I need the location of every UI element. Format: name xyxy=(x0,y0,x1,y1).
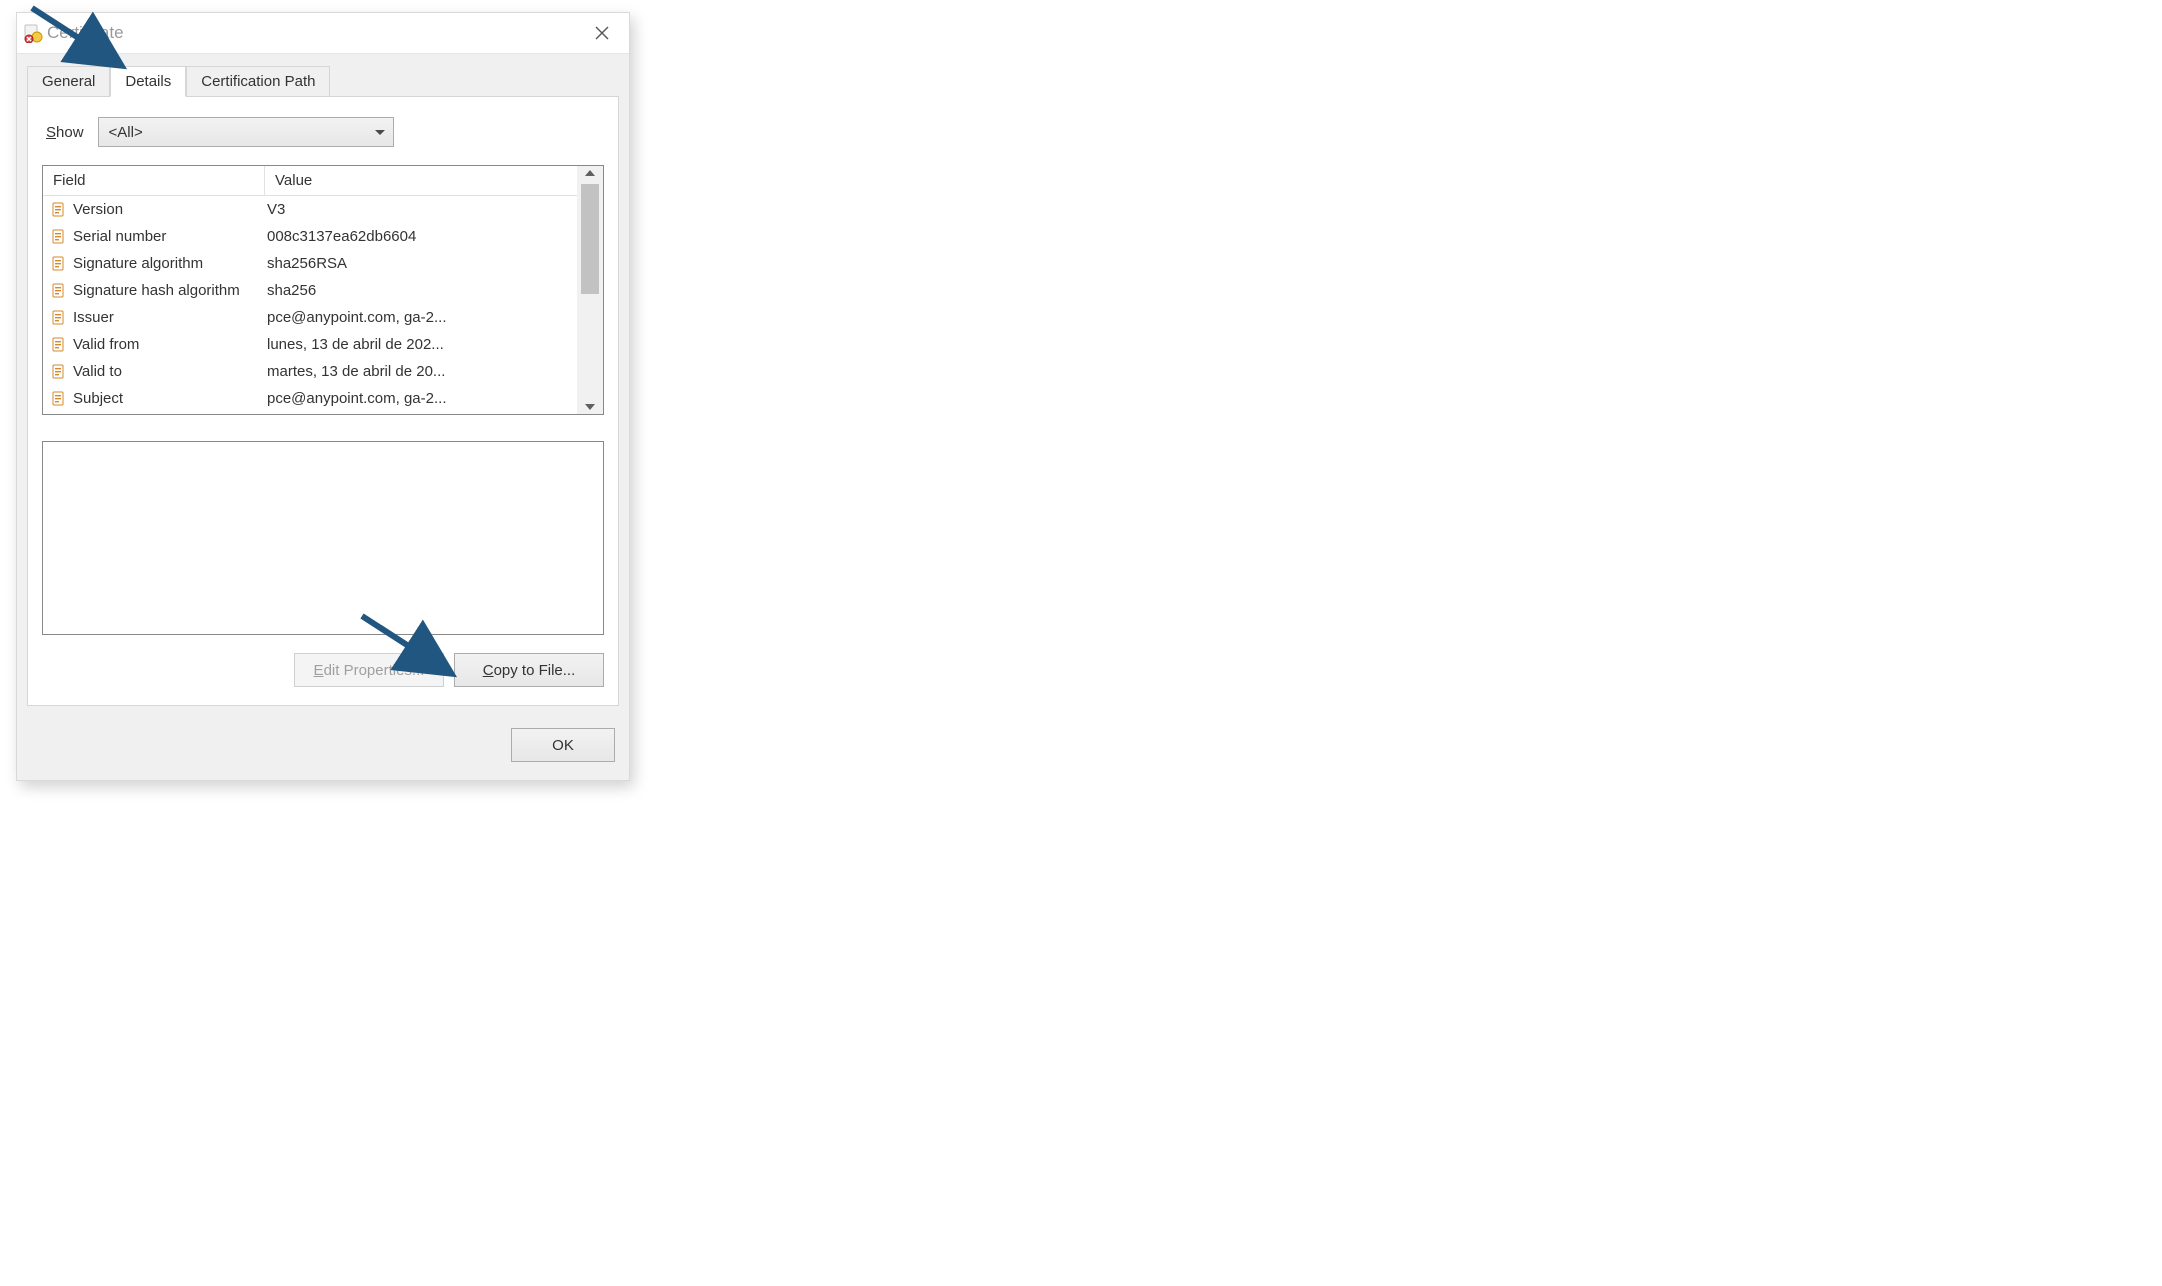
fields-rows: Version V3 Serial number 008c3137ea62db6604… xyxy=(43,196,577,414)
show-dropdown-value: <All> xyxy=(109,124,143,141)
row-field: Version xyxy=(43,201,265,218)
row-value: sha256RSA xyxy=(265,255,577,272)
property-icon xyxy=(51,364,67,380)
show-filter-row: Show <All> xyxy=(46,117,604,147)
row-field: Subject xyxy=(43,390,265,407)
scroll-up-icon[interactable] xyxy=(585,170,595,176)
header-field[interactable]: Field xyxy=(43,166,265,195)
property-icon xyxy=(51,202,67,218)
row-value: martes, 13 de abril de 20... xyxy=(265,363,577,380)
property-icon xyxy=(51,256,67,272)
close-button[interactable] xyxy=(579,17,625,49)
property-icon xyxy=(51,310,67,326)
dialog-footer: OK xyxy=(17,714,629,780)
header-value[interactable]: Value xyxy=(265,166,603,195)
row-value: sha256 xyxy=(265,282,577,299)
row-field-text: Subject xyxy=(73,390,123,407)
table-row[interactable]: Serial number 008c3137ea62db6604 xyxy=(43,223,577,250)
row-field-text: Version xyxy=(73,201,123,218)
panel-button-row: Edit Properties... Copy to File... xyxy=(42,653,604,687)
property-icon xyxy=(51,283,67,299)
show-label: Show xyxy=(46,124,84,141)
row-field-text: Valid to xyxy=(73,363,122,380)
ok-button[interactable]: OK xyxy=(511,728,615,762)
annotation-arrow-tab xyxy=(28,4,138,78)
details-panel: Show <All> Field Value Version V3 Serial n… xyxy=(27,96,619,706)
scroll-thumb[interactable] xyxy=(581,184,599,294)
row-field-text: Serial number xyxy=(73,228,166,245)
certificate-dialog: Certificate General Details Certificatio… xyxy=(16,12,630,781)
row-value: lunes, 13 de abril de 202... xyxy=(265,336,577,353)
chevron-down-icon xyxy=(375,130,385,135)
row-field: Issuer xyxy=(43,309,265,326)
row-value: V3 xyxy=(265,201,577,218)
scrollbar[interactable] xyxy=(577,166,603,414)
row-field: Signature hash algorithm xyxy=(43,282,265,299)
row-field: Valid from xyxy=(43,336,265,353)
row-value: 008c3137ea62db6604 xyxy=(265,228,577,245)
property-icon xyxy=(51,229,67,245)
property-icon xyxy=(51,337,67,353)
tab-certification-path[interactable]: Certification Path xyxy=(186,66,330,96)
row-field-text: Issuer xyxy=(73,309,114,326)
row-field-text: Signature algorithm xyxy=(73,255,203,272)
row-value: pce@anypoint.com, ga-2... xyxy=(265,390,577,407)
table-row[interactable]: Valid to martes, 13 de abril de 20... xyxy=(43,358,577,385)
row-value: pce@anypoint.com, ga-2... xyxy=(265,309,577,326)
field-detail-box xyxy=(42,441,604,635)
table-row[interactable]: Signature hash algorithm sha256 xyxy=(43,277,577,304)
table-row[interactable]: Signature algorithm sha256RSA xyxy=(43,250,577,277)
show-dropdown[interactable]: <All> xyxy=(98,117,394,147)
row-field: Serial number xyxy=(43,228,265,245)
certificate-fields-list: Field Value Version V3 Serial number 008c31… xyxy=(42,165,604,415)
table-row[interactable]: Version V3 xyxy=(43,196,577,223)
property-icon xyxy=(51,391,67,407)
table-row[interactable]: Valid from lunes, 13 de abril de 202... xyxy=(43,331,577,358)
row-field-text: Valid from xyxy=(73,336,139,353)
table-row[interactable]: Subject pce@anypoint.com, ga-2... xyxy=(43,385,577,412)
table-row[interactable]: Issuer pce@anypoint.com, ga-2... xyxy=(43,304,577,331)
dialog-body: General Details Certification Path Show … xyxy=(17,53,629,780)
row-field: Signature algorithm xyxy=(43,255,265,272)
row-field: Valid to xyxy=(43,363,265,380)
row-field-text: Signature hash algorithm xyxy=(73,282,240,299)
fields-header: Field Value xyxy=(43,166,603,196)
copy-to-file-button[interactable]: Copy to File... xyxy=(454,653,604,687)
annotation-arrow-copy xyxy=(358,612,468,690)
scroll-down-icon[interactable] xyxy=(585,404,595,410)
